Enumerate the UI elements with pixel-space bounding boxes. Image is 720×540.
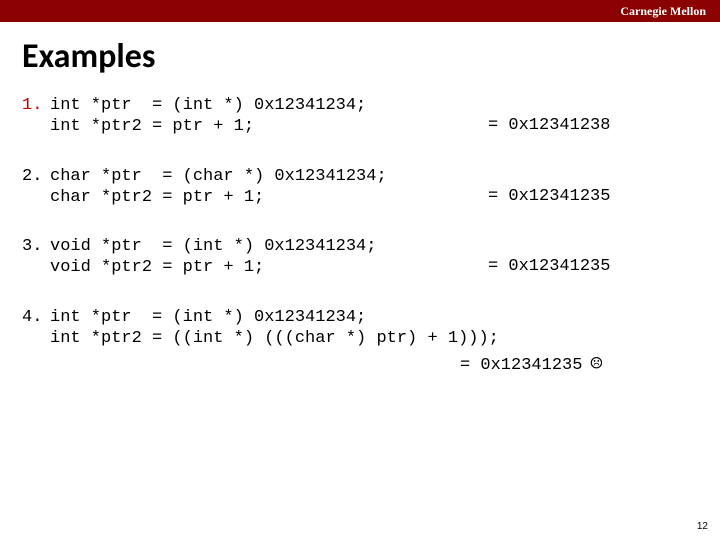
code-line: int *ptr = (int *) 0x12341234; xyxy=(50,307,698,328)
example-number: 2. xyxy=(22,166,50,187)
page-title: Examples xyxy=(22,36,720,77)
code-line: int *ptr = (int *) 0x12341234; xyxy=(50,95,698,116)
answer-text: = 0x12341235 xyxy=(460,355,582,376)
sad-face-icon: ☹ xyxy=(590,356,602,376)
code-line: char *ptr = (char *) 0x12341234; xyxy=(50,166,698,187)
example-4: 4. int *ptr = (int *) 0x12341234; int *p… xyxy=(22,307,698,377)
answer-text: = 0x12341235 xyxy=(488,256,610,277)
answer-row: = 0x12341235 ☹ xyxy=(460,355,698,376)
brand-text: Carnegie Mellon xyxy=(620,4,706,18)
answer-text: = 0x12341238 xyxy=(488,115,610,136)
code-line: int *ptr2 = ((int *) (((char *) ptr) + 1… xyxy=(50,328,698,349)
example-2: 2. char *ptr = (char *) 0x12341234; char… xyxy=(22,166,698,209)
example-1: 1. int *ptr = (int *) 0x12341234; int *p… xyxy=(22,95,698,138)
example-3: 3. void *ptr = (int *) 0x12341234; void … xyxy=(22,236,698,279)
examples-content: 1. int *ptr = (int *) 0x12341234; int *p… xyxy=(0,95,720,376)
answer-text: = 0x12341235 xyxy=(488,186,610,207)
example-number: 1. xyxy=(22,95,50,116)
page-number: 12 xyxy=(697,521,708,532)
header-bar: Carnegie Mellon xyxy=(0,0,720,22)
code-line: void *ptr = (int *) 0x12341234; xyxy=(50,236,698,257)
example-number: 3. xyxy=(22,236,50,257)
example-number: 4. xyxy=(22,307,50,328)
